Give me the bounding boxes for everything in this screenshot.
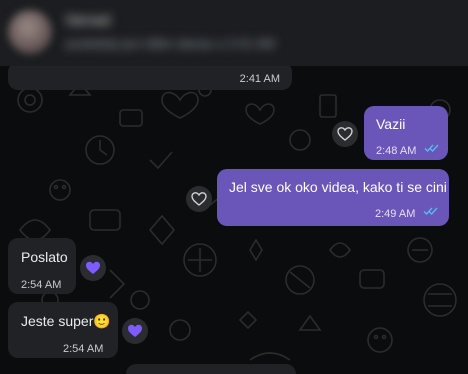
contact-status: poslednji put viđen danas u 2:41 AM <box>66 36 275 51</box>
message-incoming[interactable]: Jeste super🙂 2:54 AM <box>8 302 118 358</box>
message-time: 2:54 AM <box>63 343 104 355</box>
message-incoming[interactable]: Poslato 2:54 AM <box>8 238 76 294</box>
message-text: Jel sve ok oko videa, kako ti se cini <box>229 179 447 195</box>
read-ticks-icon <box>424 144 439 153</box>
slightly-smiling-emoji: 🙂 <box>93 313 111 329</box>
contact-name[interactable]: Nenad <box>66 12 110 29</box>
message-text-body: Jeste super <box>21 313 94 329</box>
message-text: Jeste super🙂 <box>21 312 111 330</box>
heart-outline-icon[interactable] <box>186 186 212 212</box>
message-time: 2:48 AM <box>376 145 417 157</box>
message-time: 2:41 AM <box>239 73 280 85</box>
message-time: 2:49 AM <box>375 208 416 220</box>
contact-avatar[interactable] <box>8 10 52 54</box>
chat-header[interactable]: Nenad poslednji put viđen danas u 2:41 A… <box>0 0 468 66</box>
read-ticks-icon <box>423 207 438 216</box>
message-text: Vazii <box>376 116 406 132</box>
message-text: Poslato <box>21 249 68 265</box>
message-incoming-partial[interactable] <box>126 364 296 374</box>
message-outgoing[interactable]: Jel sve ok oko videa, kako ti se cini 2:… <box>217 169 449 226</box>
purple-heart-icon[interactable] <box>80 255 106 281</box>
message-outgoing[interactable]: Vazii 2:48 AM <box>364 106 448 160</box>
message-time: 2:54 AM <box>21 279 62 291</box>
purple-heart-icon[interactable] <box>122 318 148 344</box>
message-incoming-partial[interactable]: 2:41 AM <box>8 62 292 90</box>
heart-outline-icon[interactable] <box>332 121 358 147</box>
